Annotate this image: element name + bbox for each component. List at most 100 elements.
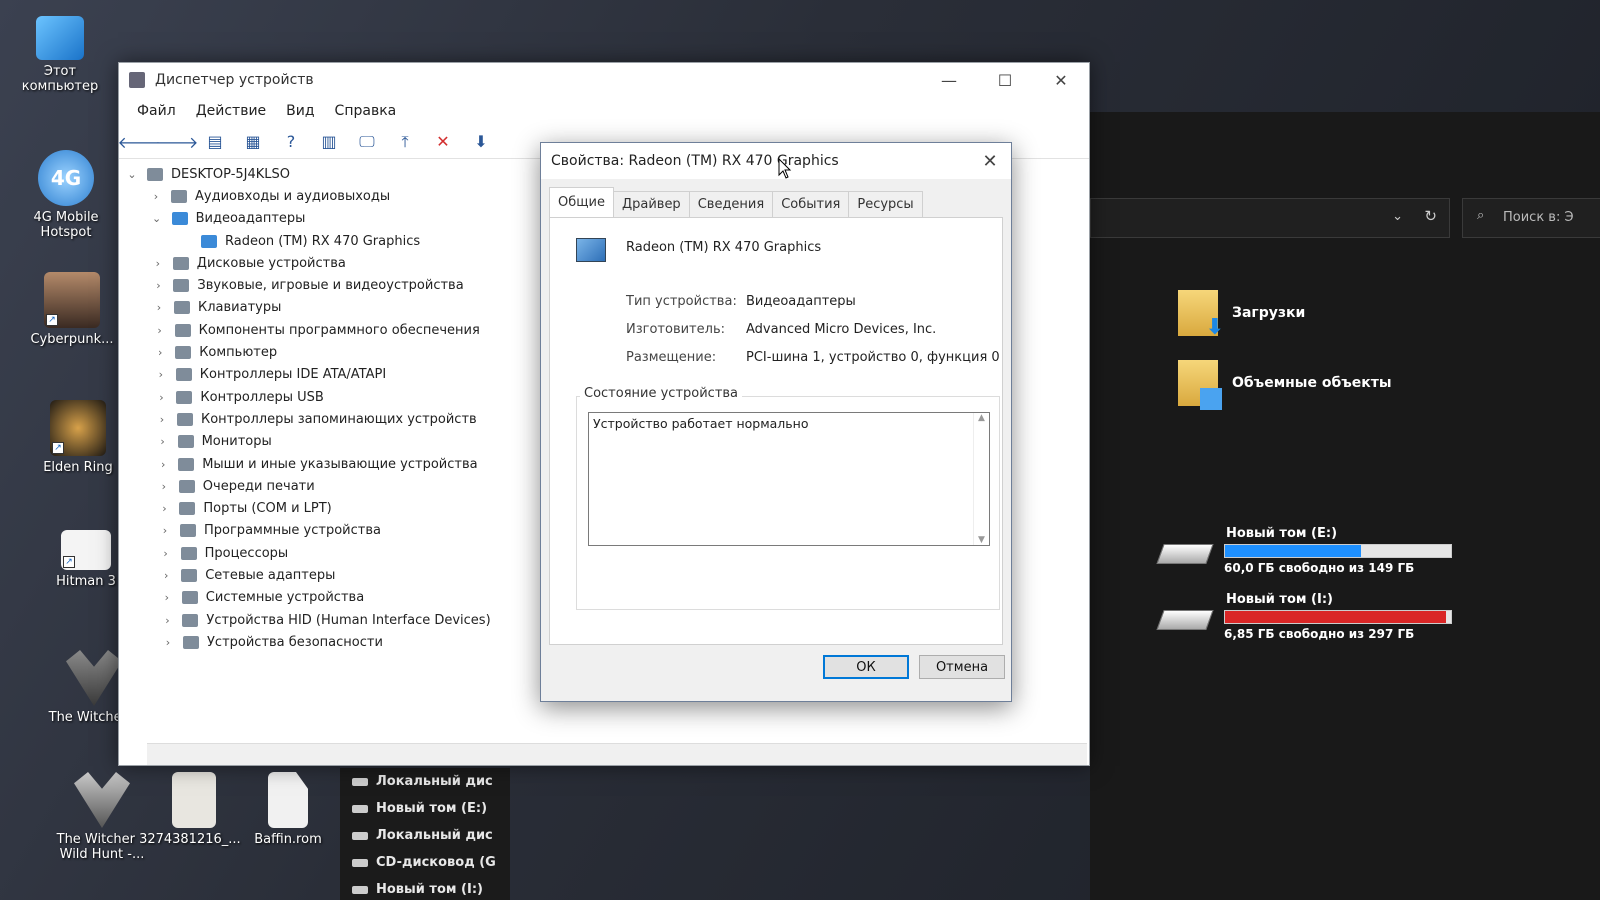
maximize-button[interactable]: ☐ (977, 63, 1033, 97)
cancel-button[interactable]: Отмена (919, 655, 1005, 679)
chevron-right-icon[interactable]: › (159, 569, 173, 582)
chevron-right-icon[interactable]: › (158, 524, 172, 537)
tree-device-item[interactable]: Radeon (TM) RX 470 Graphics (119, 230, 529, 252)
tree-root[interactable]: ⌄ DESKTOP-5J4KLSO (119, 163, 529, 185)
tree-category[interactable]: › Очереди печати (119, 475, 529, 497)
nav-item-drive[interactable]: Локальный дис (340, 822, 510, 849)
chevron-right-icon[interactable]: › (157, 502, 171, 515)
chevron-right-icon[interactable]: › (153, 346, 167, 359)
tree-category[interactable]: › Аудиовходы и аудиовыходы (119, 185, 529, 207)
chevron-right-icon[interactable]: › (160, 614, 174, 627)
chevron-right-icon[interactable]: › (161, 636, 175, 649)
chevron-right-icon[interactable]: › (151, 279, 165, 292)
forward-arrow-icon[interactable]: 🡒 (156, 130, 199, 154)
chevron-down-icon[interactable]: ⌄ (150, 212, 164, 225)
scan-hardware-icon[interactable]: 🖵 (353, 130, 381, 154)
tree-category[interactable]: › Дисковые устройства (119, 252, 529, 274)
desktop-icon-cyberpunk[interactable]: ↗ Cyberpunk... (24, 272, 120, 347)
drive-icon (352, 804, 368, 813)
chevron-right-icon[interactable]: › (152, 301, 166, 314)
properties-icon[interactable]: ▦ (239, 130, 267, 154)
chevron-right-icon[interactable]: › (156, 458, 170, 471)
view-icon[interactable]: ▥ (315, 130, 343, 154)
tab-resources[interactable]: Ресурсы (848, 191, 923, 217)
tree-category[interactable]: › Устройства HID (Human Interface Devices… (119, 609, 529, 631)
desktop-icon-rom[interactable]: Baffin.rom (240, 772, 336, 847)
tree-category[interactable]: › Сетевые адаптеры (119, 564, 529, 586)
chevron-right-icon[interactable]: › (151, 257, 165, 270)
nav-item-drive[interactable]: Локальный дис (340, 768, 510, 795)
chevron-right-icon[interactable]: › (159, 547, 173, 560)
folder-3d-objects[interactable]: Объемные объекты (1178, 360, 1392, 410)
scrollbar[interactable]: ▲ ▼ (973, 413, 989, 545)
tree-category[interactable]: › Клавиатуры (119, 297, 529, 319)
chevron-right-icon[interactable]: › (149, 190, 163, 203)
back-arrow-icon[interactable]: 🡐 (118, 130, 161, 154)
uninstall-icon[interactable]: ✕ (429, 130, 457, 154)
show-hide-tree-icon[interactable]: ▤ (201, 130, 229, 154)
tree-category[interactable]: › Мыши и иные указывающие устройства (119, 453, 529, 475)
chevron-right-icon[interactable]: › (153, 324, 167, 337)
address-bar[interactable]: ⌄ ↻ (1090, 198, 1450, 238)
chevron-down-icon[interactable]: ⌄ (125, 168, 139, 181)
folder-downloads[interactable]: ⬇ Загрузки (1178, 290, 1305, 340)
dialog-title-bar[interactable]: Свойства: Radeon (TM) RX 470 Graphics (541, 143, 1011, 179)
chevron-right-icon[interactable]: › (156, 435, 170, 448)
update-driver-icon[interactable]: ⤒ (391, 130, 419, 154)
tree-category[interactable]: › Порты (COM и LPT) (119, 497, 529, 519)
menu-help[interactable]: Справка (325, 103, 407, 119)
drive-name: Новый том (E:) (1226, 526, 1338, 541)
drive-i[interactable]: Новый том (I:) 6,85 ГБ свободно из 297 Г… (1156, 592, 1460, 641)
tab-details[interactable]: Сведения (688, 191, 774, 217)
chevron-down-icon[interactable]: ▼ (974, 535, 989, 545)
desktop-icon-elden-ring[interactable]: ↗ Elden Ring (30, 400, 126, 475)
tab-driver[interactable]: Драйвер (612, 191, 690, 217)
refresh-icon[interactable]: ↻ (1424, 207, 1437, 225)
close-icon[interactable]: ✕ (973, 145, 1007, 177)
tree-category[interactable]: › Компьютер (119, 341, 529, 363)
tree-category[interactable]: › Звуковые, игровые и видеоустройства (119, 274, 529, 296)
desktop-icon-witcher3[interactable]: The Witcher 3 Wild Hunt -... (54, 772, 150, 862)
chevron-up-icon[interactable]: ▲ (974, 413, 989, 423)
chevron-right-icon[interactable]: › (157, 480, 171, 493)
device-category-icon (173, 279, 190, 293)
close-button[interactable]: ✕ (1033, 63, 1089, 97)
desktop-icon-hotspot[interactable]: 4G 4G Mobile Hotspot (18, 150, 114, 240)
tree-category[interactable]: › Мониторы (119, 431, 529, 453)
title-bar[interactable]: Диспетчер устройств — ☐ ✕ (119, 63, 1089, 97)
tab-events[interactable]: События (772, 191, 850, 217)
tree-category[interactable]: › Контроллеры IDE ATA/ATAPI (119, 364, 529, 386)
desktop-icon-label: 4G Mobile Hotspot (33, 210, 99, 240)
tree-category[interactable]: › Системные устройства (119, 587, 529, 609)
search-input[interactable]: ⌕ Поиск в: Э (1462, 198, 1600, 238)
tree-category[interactable]: › Процессоры (119, 542, 529, 564)
desktop-icon-this-pc[interactable]: Этот компьютер (12, 16, 108, 94)
menu-action[interactable]: Действие (186, 103, 276, 119)
tree-category[interactable]: › Контроллеры запоминающих устройств (119, 408, 529, 430)
tree-category[interactable]: › Программные устройства (119, 520, 529, 542)
menu-view[interactable]: Вид (276, 103, 324, 119)
tree-category[interactable]: › Компоненты программного обеспечения (119, 319, 529, 341)
nav-item-drive[interactable]: Новый том (I:) (340, 876, 510, 900)
desktop-icon-label: Baffin.rom (254, 832, 322, 847)
download-icon[interactable]: ⬇ (467, 130, 495, 154)
chevron-right-icon[interactable]: › (154, 368, 168, 381)
chevron-down-icon[interactable]: ⌄ (1392, 209, 1403, 224)
minimize-button[interactable]: — (921, 63, 977, 97)
menu-file[interactable]: Файл (127, 103, 186, 119)
chevron-right-icon[interactable]: › (160, 591, 174, 604)
nav-item-drive[interactable]: Новый том (E:) (340, 795, 510, 822)
device-status-textbox[interactable]: Устройство работает нормально ▲ ▼ (588, 412, 990, 546)
drive-e[interactable]: Новый том (E:) 60,0 ГБ свободно из 149 Г… (1156, 526, 1460, 575)
tree-category[interactable]: › Контроллеры USB (119, 386, 529, 408)
tab-general[interactable]: Общие (549, 187, 614, 217)
tree-item-label: Видеоадаптеры (195, 211, 306, 227)
desktop-icon-document[interactable]: 274381216_... (146, 772, 242, 847)
nav-item-drive[interactable]: CD-дисковод (G (340, 849, 510, 876)
tree-category[interactable]: › Устройства безопасности (119, 631, 529, 653)
tree-category[interactable]: ⌄ Видеоадаптеры (119, 208, 529, 230)
ok-button[interactable]: ОК (823, 655, 909, 679)
chevron-right-icon[interactable]: › (155, 413, 169, 426)
chevron-right-icon[interactable]: › (154, 391, 168, 404)
help-icon[interactable]: ? (277, 130, 305, 154)
